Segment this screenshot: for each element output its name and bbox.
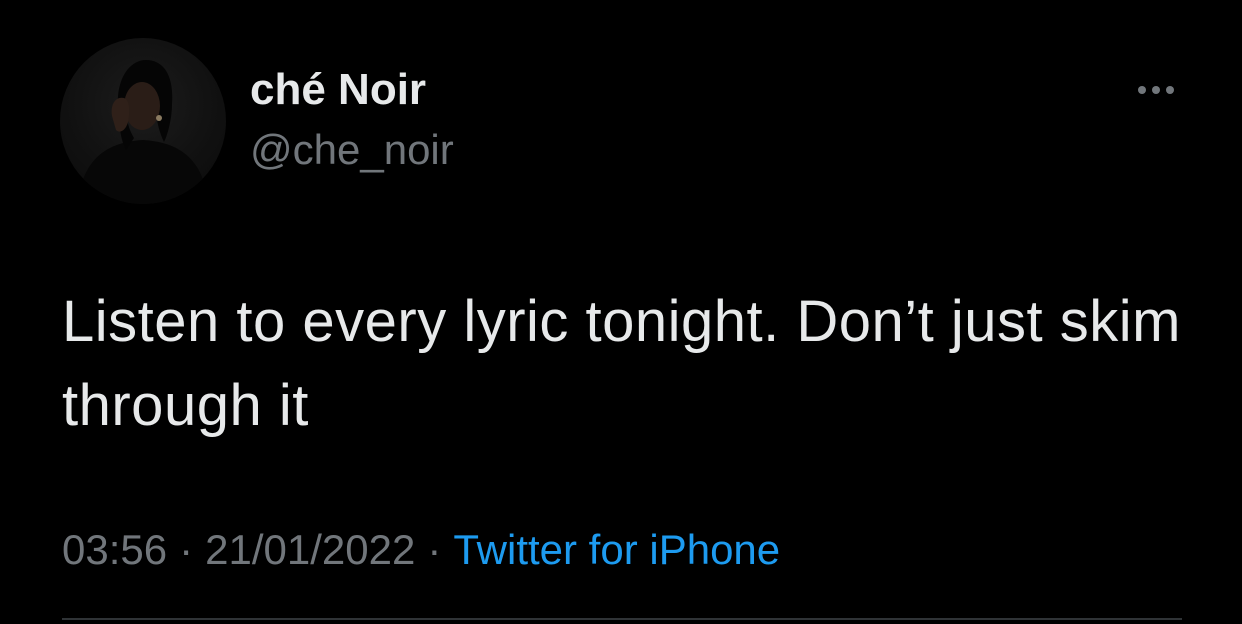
more-horizontal-icon [1166,86,1174,94]
meta-separator: · [427,526,442,573]
tweet-card: ché Noir @che_noir Listen to every lyric… [0,0,1242,624]
more-options-button[interactable] [1128,74,1184,106]
more-horizontal-icon [1152,86,1160,94]
divider [62,618,1182,620]
tweet-text: Listen to every lyric tonight. Don’t jus… [62,289,1181,438]
tweet-date[interactable]: 21/01/2022 [205,526,415,573]
profile-photo-icon [78,60,208,204]
more-horizontal-icon [1138,86,1146,94]
tweet-source-link[interactable]: Twitter for iPhone [453,526,780,573]
meta-separator: · [179,526,194,573]
author-display-name[interactable]: ché Noir [250,64,426,116]
tweet-time[interactable]: 03:56 [62,526,167,573]
tweet-metadata: 03:56 · 21/01/2022 · Twitter for iPhone [62,522,780,578]
avatar[interactable] [60,38,226,204]
author-handle[interactable]: @che_noir [250,124,454,176]
